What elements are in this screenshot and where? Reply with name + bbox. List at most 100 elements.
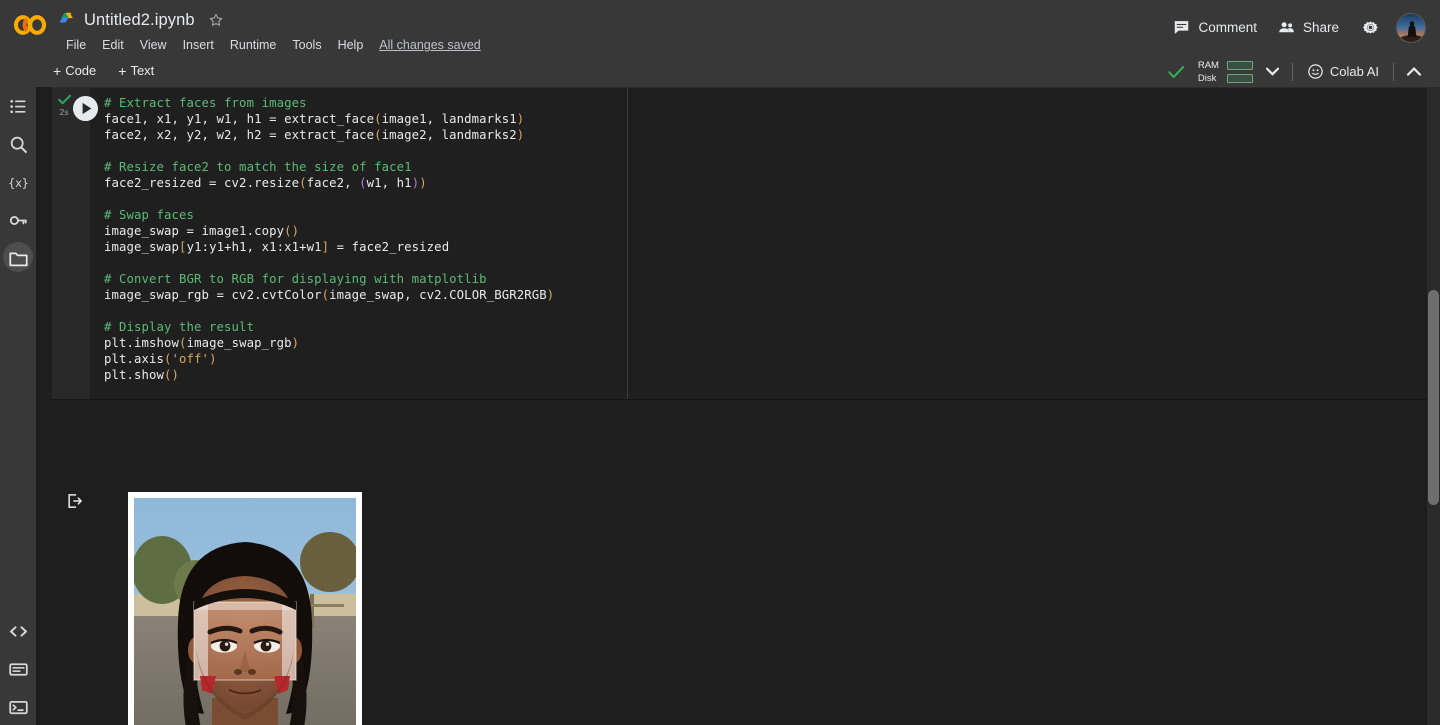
menu-item-insert[interactable]: Insert [175,36,222,54]
ram-usage: RAM [1198,60,1253,71]
collapse-header-button[interactable] [1398,59,1430,85]
document-title[interactable]: Untitled2.ipynb [84,11,195,30]
svg-text:{x}: {x} [8,175,29,189]
notebook-toolbar: + Code + Text RAM Disk Colab AI [0,56,1440,87]
output-image-frame [128,492,362,725]
code-comment: # Display the result [104,320,255,334]
sidebar-item-files[interactable] [0,239,36,277]
execution-time: 2s [59,107,69,117]
code-line: face2, x2, y2, w2, h2 = extract_face(ima… [104,128,525,142]
code-comment: # Resize face2 to match the size of face… [104,160,412,174]
add-code-cell-button[interactable]: + Code [44,60,105,81]
run-cell-button[interactable] [72,95,99,122]
column-ruler [627,88,628,401]
terminal-icon [8,700,28,714]
add-code-label: Code [65,63,97,78]
code-line: plt.show() [104,368,180,382]
code-comment: # Convert BGR to RGB for displaying with… [104,272,487,286]
comment-label: Comment [1198,20,1257,35]
left-sidebar: {x} [0,87,36,725]
vertical-scrollbar-thumb[interactable] [1428,290,1439,505]
menu-item-help[interactable]: Help [330,36,372,54]
command-palette-icon [8,662,28,676]
ram-bar [1226,60,1253,70]
gear-icon [1362,21,1378,34]
code-line: face2_resized = cv2.resize(face2, (w1, h… [104,176,427,190]
share-button[interactable]: Share [1267,12,1349,43]
sidebar-item-variables[interactable]: {x} [0,163,36,201]
green-check-icon[interactable] [1166,62,1186,82]
vertical-scrollbar-track[interactable] [1427,87,1440,725]
green-check-icon [57,94,71,105]
code-line: image_swap_rgb = cv2.cvtColor(image_swap… [104,288,555,302]
menu-item-file[interactable]: File [58,36,94,54]
toolbar-divider [1393,62,1394,81]
toolbar-divider [1291,62,1293,81]
menu-item-edit[interactable]: Edit [94,36,132,54]
menu-item-runtime[interactable]: Runtime [222,36,285,54]
output-image [134,498,356,725]
colab-ai-icon [1308,64,1323,79]
avatar-image [1397,13,1425,42]
disk-usage: Disk [1198,73,1253,84]
plus-icon: + [118,62,127,79]
avatar[interactable] [1396,12,1426,43]
cell-output [52,400,1440,725]
sidebar-item-table-of-contents[interactable] [0,87,36,125]
plus-icon: + [53,62,62,79]
people-icon [1279,22,1294,33]
chevron-up-icon [1406,66,1422,76]
add-text-cell-button[interactable]: + Text [109,60,163,81]
list-icon [9,99,25,113]
resource-usage[interactable]: RAM Disk [1194,58,1257,86]
google-drive-icon [59,12,73,23]
sidebar-item-search[interactable] [0,125,36,163]
sidebar-bottom-group [0,612,36,725]
ram-label: RAM [1197,59,1219,71]
cell-gutter [52,88,90,401]
code-brackets-icon [9,625,27,637]
colab-ai-label: Colab AI [1329,64,1379,79]
title-row: Untitled2.ipynb [58,6,481,34]
sidebar-item-terminal[interactable] [0,688,36,725]
disk-label: Disk [1197,72,1217,84]
notebook-canvas: 2s # Extract faces from images face1, x1… [36,87,1440,725]
resource-dropdown-button[interactable] [1257,59,1288,85]
folder-icon [8,252,28,266]
code-line: image_swap = image1.copy() [104,224,300,238]
sidebar-item-secrets[interactable] [0,201,36,239]
chevron-down-icon [1265,67,1280,76]
save-status[interactable]: All changes saved [379,38,480,52]
add-cell-group: + Code + Text [44,60,163,81]
menu-item-tools[interactable]: Tools [284,36,329,54]
share-label: Share [1302,20,1339,35]
header-actions: Comment Share [1162,12,1426,43]
settings-button[interactable] [1353,12,1388,43]
code-line: image_swap[y1:y1+h1, x1:x1+w1] = face2_r… [104,240,450,254]
comment-button[interactable]: Comment [1162,12,1267,43]
disk-bar [1226,73,1253,83]
code-line: face1, x1, y1, w1, h1 = extract_face(ima… [104,112,525,126]
comment-icon [1175,21,1189,34]
menu-item-view[interactable]: View [132,36,175,54]
title-zone: Untitled2.ipynb File Edit View Insert Ru… [58,6,481,54]
code-comment: # Extract faces from images [104,96,307,110]
code-line: plt.axis('off') [104,352,217,366]
sidebar-item-command-palette[interactable] [0,650,36,688]
colab-logo[interactable] [12,14,48,36]
code-editor[interactable]: # Extract faces from images face1, x1, y… [104,95,554,383]
code-comment: # Swap faces [104,208,195,222]
add-text-label: Text [130,63,155,78]
runtime-status-group: RAM Disk Colab AI [1166,56,1430,87]
open-output-in-new-tab-button[interactable] [66,492,84,510]
menu-bar: File Edit View Insert Runtime Tools Help… [58,36,481,54]
code-cell[interactable]: 2s # Extract faces from images face1, x1… [52,87,1440,401]
key-icon [9,215,27,225]
open-in-new-icon [68,494,82,508]
colab-ai-button[interactable]: Colab AI [1297,59,1389,84]
variables-icon: {x} [8,175,29,189]
code-line: plt.imshow(image_swap_rgb) [104,336,300,350]
star-outline-icon[interactable] [208,12,224,28]
sidebar-item-code-snippets[interactable] [0,612,36,650]
app-header: Untitled2.ipynb File Edit View Insert Ru… [0,0,1440,56]
